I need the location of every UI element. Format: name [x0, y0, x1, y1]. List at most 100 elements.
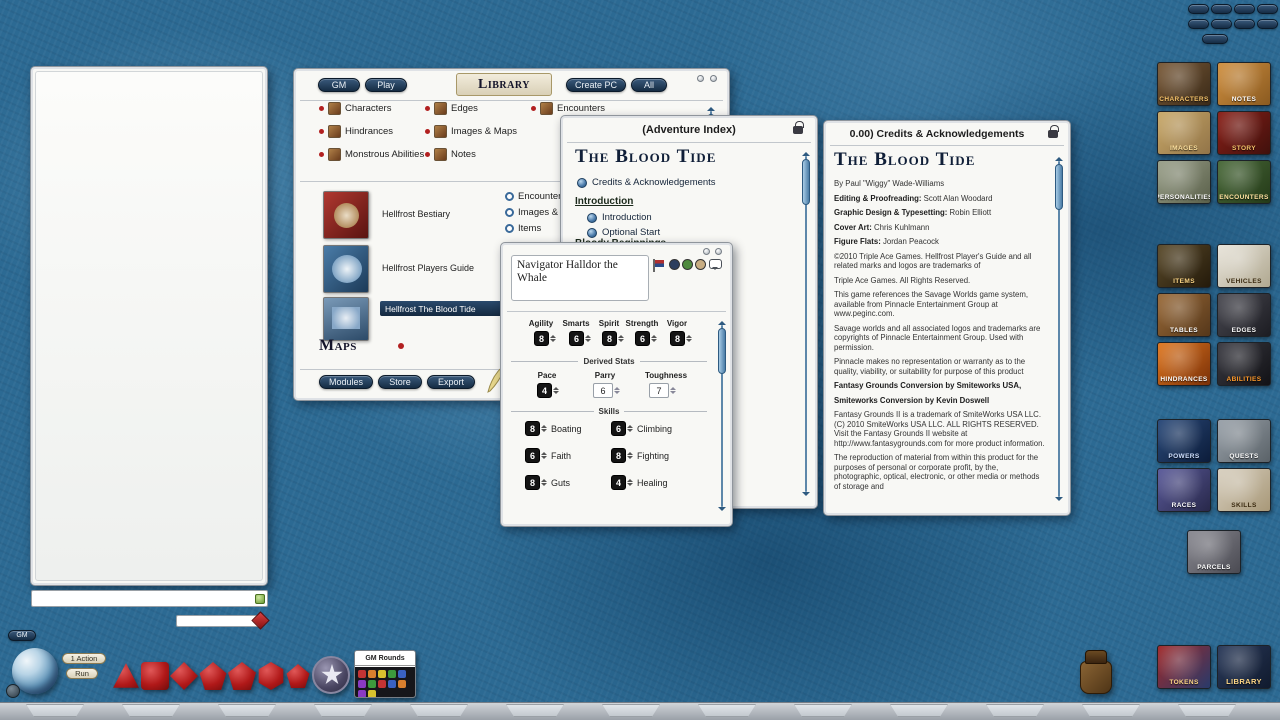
loot-bag-icon[interactable] [1078, 648, 1114, 696]
action-mode-button[interactable]: 1 Action [62, 653, 106, 664]
sidebar-button-characters[interactable]: CHARACTERS [1157, 62, 1211, 106]
library-category-images-maps[interactable]: Images & Maps [425, 125, 517, 138]
hotkey-mini-button[interactable] [1257, 4, 1278, 14]
gm-filter-button[interactable]: GM [318, 78, 360, 92]
modules-button[interactable]: Modules [319, 375, 373, 389]
die-d20-icon[interactable] [257, 662, 285, 690]
hotkey-slot[interactable] [314, 704, 372, 717]
die-d6-icon[interactable] [141, 662, 169, 690]
all-button[interactable]: All [631, 78, 667, 92]
derived-field-toughness[interactable]: 7 [649, 383, 677, 398]
sidebar-button-powers[interactable]: POWERS [1157, 419, 1211, 463]
derived-field-parry[interactable]: 6 [593, 383, 621, 398]
sidebar-button-races[interactable]: RACES [1157, 468, 1211, 512]
die-d10-icon[interactable] [199, 662, 227, 690]
hotkey-slot[interactable] [602, 704, 660, 717]
minimize-icon[interactable] [697, 75, 704, 82]
sidebar-button-personalities[interactable]: PERSONALITIES [1157, 160, 1211, 204]
hotkey-slot[interactable] [122, 704, 180, 717]
modifier-counter-orb[interactable] [6, 684, 20, 698]
skill-stepper-faith[interactable]: 6 [525, 448, 548, 463]
chat-bubble-icon[interactable] [709, 259, 722, 269]
scroll-up-icon[interactable] [802, 148, 810, 156]
scroll-up-icon[interactable] [718, 317, 726, 325]
scrollbar[interactable] [1054, 153, 1064, 505]
token-tan-icon[interactable] [695, 259, 706, 270]
link-credits-acknowledgements[interactable]: Credits & Acknowledgements [577, 177, 716, 188]
hotkey-slot[interactable] [794, 704, 852, 717]
module-cover-hellfrost-bestiary[interactable] [323, 191, 369, 239]
sidebar-button-skills[interactable]: SKILLS [1217, 468, 1271, 512]
sidebar-button-tables[interactable]: TABLES [1157, 293, 1211, 337]
hotkey-slot[interactable] [986, 704, 1044, 717]
scroll-down-icon[interactable] [1055, 497, 1063, 505]
hotkey-mini-button[interactable] [1211, 19, 1232, 29]
sidebar-button-vehicles[interactable]: VEHICLES [1217, 244, 1271, 288]
die-d4-icon[interactable] [112, 662, 140, 690]
modifier-star-token[interactable] [312, 656, 350, 694]
slider-knob-icon[interactable] [251, 611, 269, 629]
scrollbar[interactable] [717, 317, 727, 515]
record-filter-items[interactable]: Items [505, 223, 541, 234]
chat-window[interactable] [30, 66, 268, 586]
library-category-characters[interactable]: Characters [319, 102, 391, 115]
flag-icon[interactable] [653, 259, 665, 272]
scroll-down-icon[interactable] [802, 492, 810, 500]
radio-icon[interactable] [505, 208, 514, 217]
scroll-thumb[interactable] [1055, 164, 1063, 210]
play-filter-button[interactable]: Play [365, 78, 407, 92]
skill-stepper-guts[interactable]: 8 [525, 475, 548, 490]
hotkey-mini-button[interactable] [1188, 19, 1209, 29]
sidebar-button-notes[interactable]: NOTES [1217, 62, 1271, 106]
module-title[interactable]: Hellfrost Players Guide [382, 263, 474, 273]
die-d100-icon[interactable] [286, 664, 310, 688]
hotkey-mini-button[interactable] [1202, 34, 1228, 44]
hotkey-mini-button[interactable] [1234, 4, 1255, 14]
skill-stepper-boating[interactable]: 8 [525, 421, 548, 436]
gm-rounds-tracker[interactable]: GM Rounds [354, 650, 416, 698]
die-d12-icon[interactable] [228, 662, 256, 690]
character-name-field[interactable]: Navigator Halldor the Whale [511, 255, 649, 301]
radio-icon[interactable] [505, 224, 514, 233]
library-category-monstrous-abilities[interactable]: Monstrous Abilities [319, 148, 424, 161]
close-icon[interactable] [715, 248, 722, 255]
scroll-up-icon[interactable] [707, 103, 715, 111]
scrollbar[interactable] [801, 148, 811, 500]
library-category-edges[interactable]: Edges [425, 102, 478, 115]
scroll-track[interactable] [805, 156, 807, 492]
minimize-icon[interactable] [703, 248, 710, 255]
export-button[interactable]: Export [427, 375, 475, 389]
sidebar-button-tokens[interactable]: TOKENS [1157, 645, 1211, 689]
link-orb-icon[interactable] [587, 213, 597, 223]
hotkey-slot[interactable] [698, 704, 756, 717]
link-orb-icon[interactable] [587, 228, 597, 238]
section-heading-introduction[interactable]: Introduction [575, 196, 633, 207]
scroll-track[interactable] [1058, 161, 1060, 497]
create-pc-button[interactable]: Create PC [566, 78, 626, 92]
skill-stepper-healing[interactable]: 4 [611, 475, 634, 490]
library-category-encounters[interactable]: Encounters [531, 102, 605, 115]
hotkey-slot[interactable] [1082, 704, 1140, 717]
hotkey-slot[interactable] [410, 704, 468, 717]
sidebar-button-story[interactable]: STORY [1217, 111, 1271, 155]
credits-window[interactable]: 0.00) Credits & Acknowledgements The Blo… [823, 120, 1071, 516]
module-title[interactable]: Hellfrost Bestiary [382, 209, 450, 219]
hotkey-slot[interactable] [890, 704, 948, 717]
attribute-stepper-smarts[interactable]: 6 [569, 331, 592, 346]
scroll-down-icon[interactable] [718, 507, 726, 515]
token-green-icon[interactable] [682, 259, 693, 270]
lock-icon[interactable] [793, 126, 803, 134]
store-button[interactable]: Store [378, 375, 422, 389]
hotkey-slot[interactable] [1178, 704, 1236, 717]
hotkey-mini-button[interactable] [1257, 19, 1278, 29]
library-category-notes[interactable]: Notes [425, 148, 476, 161]
skill-stepper-climbing[interactable]: 6 [611, 421, 634, 436]
lock-icon[interactable] [1048, 130, 1058, 138]
token-navy-icon[interactable] [669, 259, 680, 270]
sidebar-button-items[interactable]: ITEMS [1157, 244, 1211, 288]
sidebar-button-parcels[interactable]: PARCELS [1187, 530, 1241, 574]
hotkey-mini-button[interactable] [1234, 19, 1255, 29]
hotkey-mini-button[interactable] [1211, 4, 1232, 14]
chat-log[interactable] [35, 71, 263, 581]
module-title-selected[interactable]: Hellfrost The Blood Tide [380, 301, 502, 316]
